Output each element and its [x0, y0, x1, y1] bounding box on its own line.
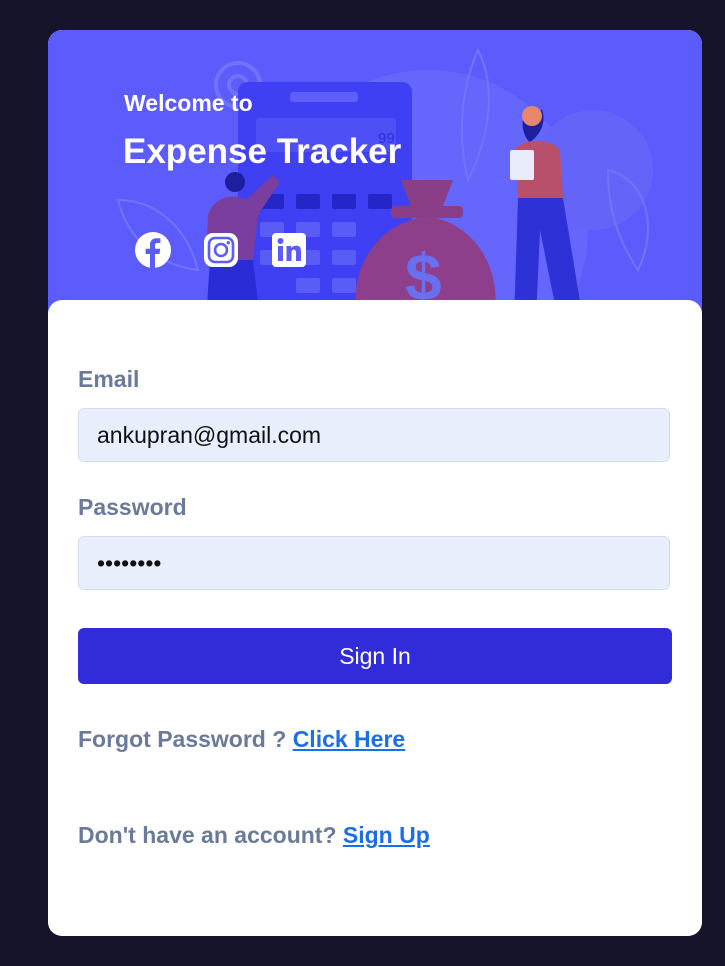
welcome-text: Welcome to — [124, 90, 253, 116]
forgot-password-text: Forgot Password ? — [78, 726, 293, 752]
forgot-password-line: Forgot Password ? Click Here — [78, 726, 405, 753]
password-field[interactable] — [78, 536, 670, 590]
facebook-icon[interactable] — [133, 230, 173, 270]
password-label: Password — [78, 494, 187, 520]
signup-text: Don't have an account? — [78, 822, 343, 848]
login-form: Email Password Sign In Forgot Password ?… — [48, 300, 702, 936]
sign-in-button[interactable]: Sign In — [78, 628, 672, 684]
login-card: 99 $ Welcome to Expense Tracker Email an… — [48, 30, 702, 936]
sign-up-link[interactable]: Sign Up — [343, 822, 430, 848]
forgot-password-link[interactable]: Click Here — [293, 726, 406, 752]
email-field[interactable] — [78, 408, 670, 462]
app-title: Expense Tracker — [123, 132, 402, 171]
instagram-icon[interactable] — [201, 230, 241, 270]
expense-illustration: 99 $ — [116, 47, 653, 320]
email-label: Email — [78, 366, 140, 392]
linkedin-icon[interactable] — [269, 230, 309, 270]
welcome-banner: 99 $ Welcome to Expense Tracker — [48, 30, 702, 320]
signup-line: Don't have an account? Sign Up — [78, 822, 430, 849]
